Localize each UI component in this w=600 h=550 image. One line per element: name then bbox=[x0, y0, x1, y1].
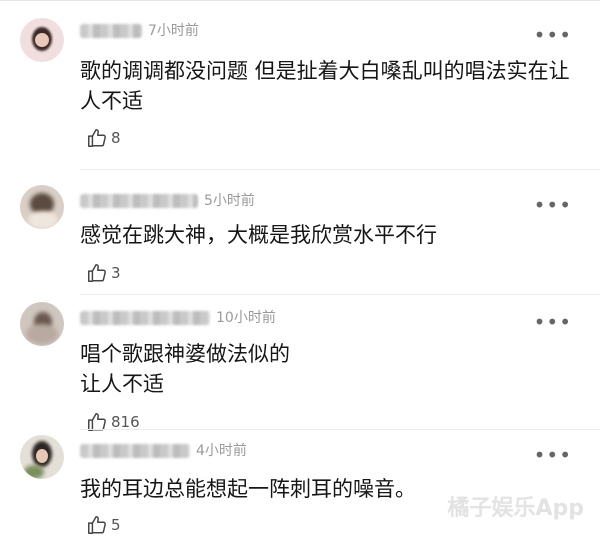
like-count: 3 bbox=[111, 264, 121, 282]
timestamp: 5小时前 bbox=[204, 193, 255, 209]
username[interactable]: 7小时前 bbox=[80, 22, 199, 40]
like-button[interactable]: 8 bbox=[86, 127, 121, 149]
username[interactable]: 5小时前 bbox=[80, 192, 255, 210]
watermark-logo: 橘子娱乐App bbox=[447, 496, 584, 521]
thumbs-up-icon bbox=[88, 264, 106, 282]
thumbs-up-icon bbox=[88, 516, 106, 534]
comment-text: 感觉在跳大神，大概是我欣赏水平不行 bbox=[80, 223, 437, 247]
comment-item: 10小时前 ••• 唱个歌跟神婆做法似的 让人不适 816 bbox=[0, 295, 600, 431]
comment-item: 5小时前 ••• 感觉在跳大神，大概是我欣赏水平不行 3 bbox=[0, 170, 600, 295]
comment-text: 唱个歌跟神婆做法似的 让人不适 bbox=[80, 342, 290, 396]
avatar[interactable] bbox=[20, 435, 64, 479]
thumbs-up-icon bbox=[88, 129, 106, 147]
more-options-button[interactable]: ••• bbox=[534, 445, 572, 465]
timestamp: 7小时前 bbox=[148, 23, 199, 39]
comment-item: 7小时前 ••• 歌的调调都没问题 但是扯着大白嗓乱叫的唱法实在让人不适 8 bbox=[0, 0, 600, 170]
comment-text: 歌的调调都没问题 但是扯着大白嗓乱叫的唱法实在让人不适 bbox=[80, 59, 570, 113]
timestamp: 4小时前 bbox=[196, 443, 247, 459]
more-options-button[interactable]: ••• bbox=[534, 312, 572, 332]
more-options-button[interactable]: ••• bbox=[534, 25, 572, 45]
more-options-button[interactable]: ••• bbox=[534, 195, 572, 215]
like-button[interactable]: 3 bbox=[86, 262, 121, 284]
username[interactable]: 4小时前 bbox=[80, 442, 247, 460]
avatar[interactable] bbox=[20, 302, 64, 346]
like-count: 5 bbox=[111, 516, 121, 534]
like-button[interactable]: 5 bbox=[86, 514, 121, 536]
timestamp: 10小时前 bbox=[216, 310, 276, 326]
avatar[interactable] bbox=[20, 18, 64, 62]
avatar[interactable] bbox=[20, 185, 64, 229]
like-count: 8 bbox=[111, 129, 121, 147]
username[interactable]: 10小时前 bbox=[80, 309, 276, 327]
